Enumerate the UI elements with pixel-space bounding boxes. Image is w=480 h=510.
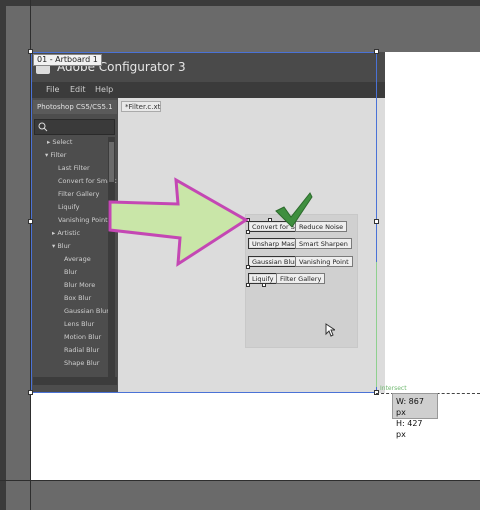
resize-handle-mr[interactable] — [374, 219, 379, 224]
dimension-height: H: 427 px — [396, 419, 423, 439]
artboard-label: 01 - Artboard 1 — [33, 54, 102, 66]
dimension-tooltip: W: 867 px H: 427 px — [392, 393, 438, 439]
selection-border — [31, 52, 377, 393]
artboard-right-area — [385, 52, 480, 393]
guide-line-h — [0, 480, 480, 481]
resize-handle-ml[interactable] — [28, 219, 33, 224]
dimension-width: W: 867 px — [396, 397, 424, 417]
intersect-label: Intersect — [380, 385, 407, 392]
resize-handle-bl[interactable] — [28, 390, 33, 395]
smart-guide — [376, 262, 377, 387]
resize-handle-tr[interactable] — [374, 49, 379, 54]
